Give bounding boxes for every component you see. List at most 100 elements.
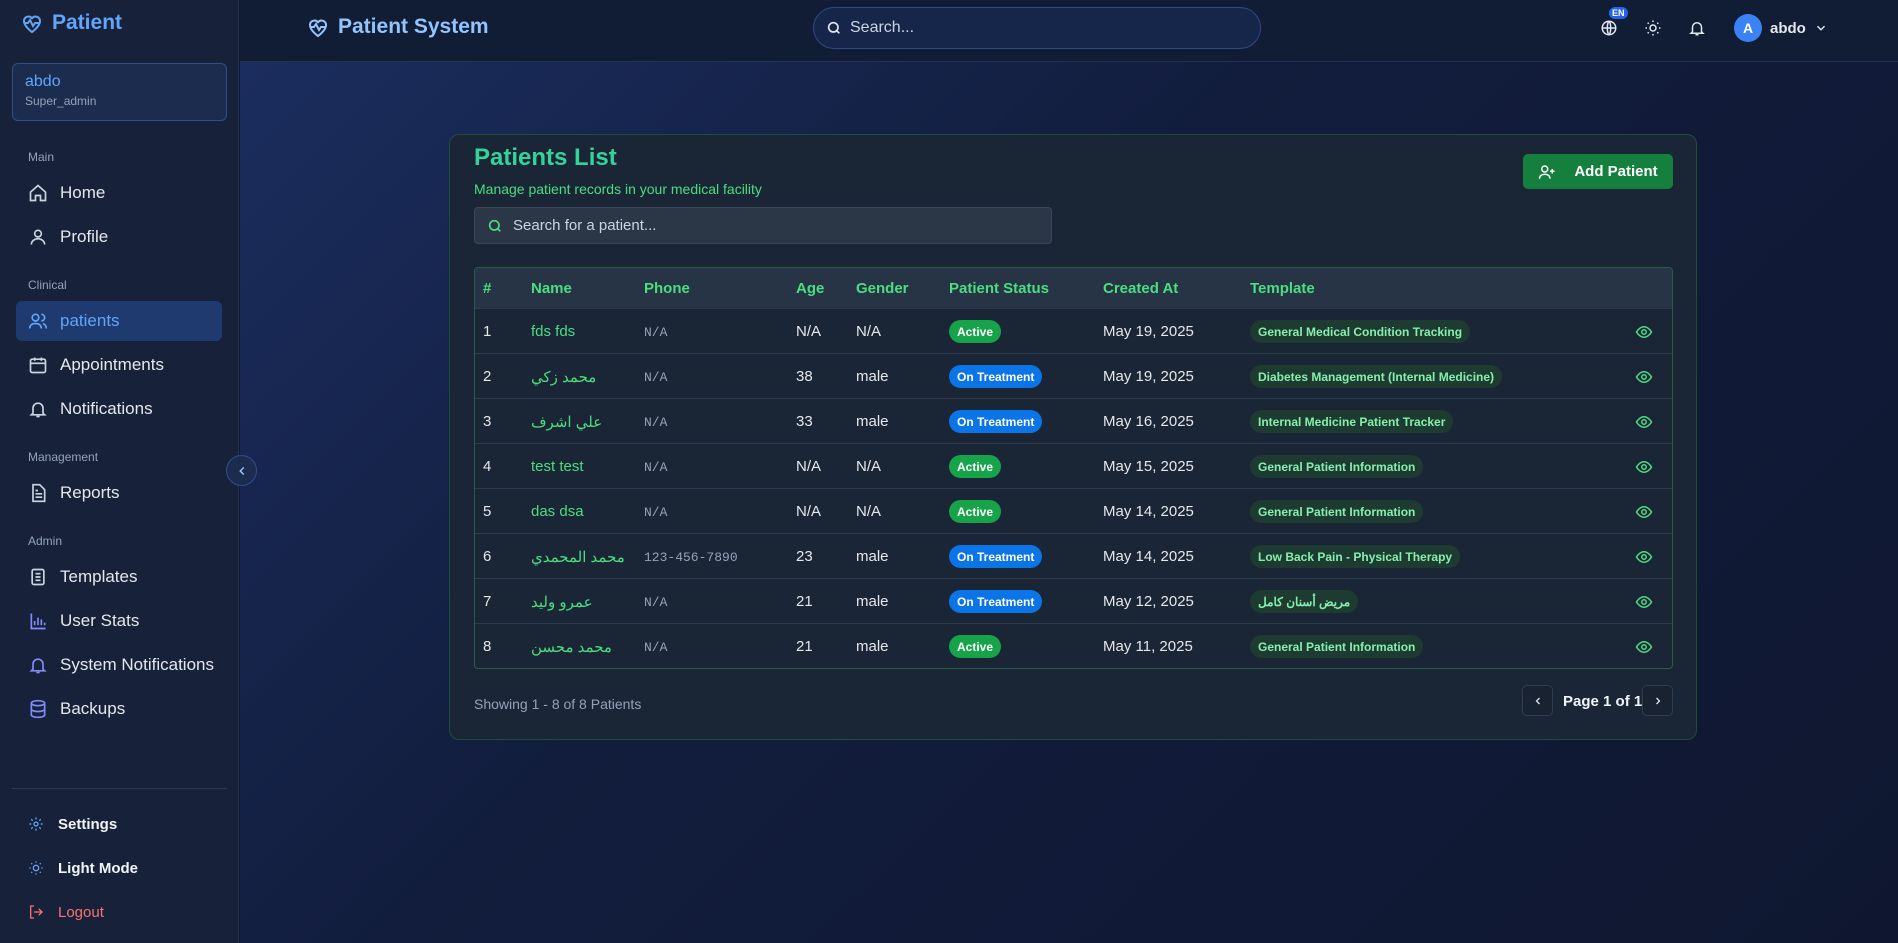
cell-name-link[interactable]: das dsa bbox=[531, 503, 584, 520]
cell-age: 33 bbox=[796, 413, 813, 430]
sidebar-item-user-stats[interactable]: User Stats bbox=[16, 601, 222, 641]
cell-name-link[interactable]: محمد محسن bbox=[531, 638, 612, 656]
cell-num: 1 bbox=[483, 323, 492, 340]
cell-age: 23 bbox=[796, 548, 813, 565]
view-eye-icon[interactable] bbox=[1635, 323, 1653, 341]
global-search-input[interactable] bbox=[850, 19, 1230, 37]
table-row[interactable]: 7 عمرو وليد N/A 21 male On Treatment May 12, 2… bbox=[475, 578, 1672, 623]
sidebar-item-patients[interactable]: patients bbox=[16, 301, 222, 341]
template-badge: General Medical Condition Tracking bbox=[1250, 320, 1471, 343]
sidebar-item-label: Profile bbox=[60, 227, 109, 246]
sidebar-item-reports[interactable]: Reports bbox=[16, 473, 222, 513]
next-page-button[interactable] bbox=[1642, 685, 1673, 716]
column-header-status: Patient Status bbox=[949, 280, 1050, 297]
add-patient-button[interactable]: Add Patient bbox=[1523, 154, 1673, 189]
sidebar-item-label: Templates bbox=[60, 567, 138, 586]
view-eye-icon[interactable] bbox=[1635, 638, 1653, 656]
sidebar-item-appointments[interactable]: Appointments bbox=[16, 345, 222, 385]
template-badge: Internal Medicine Patient Tracker bbox=[1250, 410, 1454, 433]
page-subtitle: Manage patient records in your medical f… bbox=[474, 181, 762, 197]
cell-created-at: May 12, 2025 bbox=[1103, 593, 1194, 610]
logout-button[interactable]: Logout bbox=[16, 894, 222, 930]
user-card[interactable]: abdo Super_admin bbox=[12, 63, 227, 121]
calendar-icon bbox=[29, 357, 47, 374]
cell-gender: male bbox=[856, 593, 889, 610]
cell-gender: N/A bbox=[856, 323, 882, 340]
table-row[interactable]: 6 محمد المحمدي 123-456-7890 23 male On Treatm… bbox=[475, 533, 1672, 578]
table-row[interactable]: 5 das dsa N/A N/A N/A Active May 14, 2025 Gener… bbox=[475, 488, 1672, 533]
main-content: Patients List Manage patient records in … bbox=[240, 62, 1898, 943]
column-header-template: Template bbox=[1250, 280, 1315, 297]
table-row[interactable]: 3 علي اشرف N/A 33 male On Treatment May 16, 20… bbox=[475, 398, 1672, 443]
patient-search[interactable] bbox=[474, 207, 1052, 244]
brand-text: Patient System bbox=[338, 15, 489, 38]
prev-page-button[interactable] bbox=[1522, 685, 1553, 716]
cell-num: 7 bbox=[483, 593, 492, 610]
cell-created-at: May 11, 2025 bbox=[1103, 638, 1193, 655]
user-role: Super_admin bbox=[25, 94, 97, 108]
heart-pulse-icon bbox=[308, 19, 328, 38]
heart-pulse-icon bbox=[22, 15, 42, 34]
app-logo[interactable]: Patient bbox=[20, 11, 122, 35]
avatar: A bbox=[1734, 14, 1762, 42]
sidebar-item-templates[interactable]: Templates bbox=[16, 557, 222, 597]
cell-phone: 123-456-7890 bbox=[644, 550, 738, 565]
sidebar-item-backups[interactable]: Backups bbox=[16, 689, 222, 729]
sidebar-collapse-button[interactable] bbox=[226, 455, 257, 486]
chevron-left-icon bbox=[1535, 697, 1540, 704]
light-mode-button[interactable]: Light Mode bbox=[16, 850, 222, 886]
sidebar-item-system-notifications[interactable]: System Notifications bbox=[16, 645, 222, 685]
table-row[interactable]: 8 محمد محسن N/A 21 male Active May 11, 2025 Gen… bbox=[475, 623, 1672, 668]
cell-num: 5 bbox=[483, 503, 492, 520]
language-button[interactable] bbox=[1598, 17, 1620, 39]
sidebar-item-label: patients bbox=[60, 311, 120, 330]
search-icon bbox=[488, 219, 501, 232]
sidebar-item-notifications[interactable]: Notifications bbox=[16, 389, 222, 429]
table-header: # Name Phone Age Gender Patient Status C… bbox=[475, 268, 1672, 308]
user-menu-name: abdo bbox=[1770, 19, 1806, 37]
cell-created-at: May 14, 2025 bbox=[1103, 503, 1194, 520]
table-row[interactable]: 1 fds fds N/A N/A N/A Active May 19, 2025 Gener… bbox=[475, 308, 1672, 353]
cell-phone: N/A bbox=[644, 370, 668, 385]
status-badge: Active bbox=[949, 500, 1002, 523]
patient-search-input[interactable] bbox=[513, 217, 1033, 234]
settings-label: Settings bbox=[58, 815, 118, 833]
cell-name-link[interactable]: test test bbox=[531, 458, 584, 475]
view-eye-icon[interactable] bbox=[1635, 503, 1653, 521]
global-search[interactable] bbox=[813, 7, 1261, 49]
user-menu[interactable]: A abdo bbox=[1734, 14, 1828, 42]
cell-name-link[interactable]: علي اشرف bbox=[531, 413, 602, 431]
logout-icon bbox=[30, 905, 43, 919]
view-eye-icon[interactable] bbox=[1635, 458, 1653, 476]
sun-icon bbox=[1645, 20, 1661, 36]
view-eye-icon[interactable] bbox=[1635, 368, 1653, 386]
bell-icon bbox=[29, 658, 47, 674]
cell-gender: N/A bbox=[856, 503, 882, 520]
cell-num: 2 bbox=[483, 368, 492, 385]
cell-created-at: May 15, 2025 bbox=[1103, 458, 1194, 475]
cell-name-link[interactable]: fds fds bbox=[531, 323, 575, 340]
notifications-button[interactable] bbox=[1686, 17, 1708, 39]
sidebar-item-profile[interactable]: Profile bbox=[16, 217, 222, 257]
table-row[interactable]: 4 test test N/A N/A N/A Active May 15, 2025 Gen… bbox=[475, 443, 1672, 488]
app-logo-text: Patient bbox=[52, 11, 123, 34]
table-row[interactable]: 2 محمد زكي N/A 38 male On Treatment May 19, 20… bbox=[475, 353, 1672, 398]
cell-name-link[interactable]: محمد المحمدي bbox=[531, 548, 625, 566]
cell-age: N/A bbox=[796, 458, 822, 475]
cell-name-link[interactable]: محمد زكي bbox=[531, 368, 596, 386]
bell-icon bbox=[29, 402, 47, 418]
patients-card: Patients List Manage patient records in … bbox=[449, 134, 1697, 740]
sidebar-item-home[interactable]: Home bbox=[16, 173, 222, 213]
view-eye-icon[interactable] bbox=[1635, 548, 1653, 566]
template-badge: General Patient Information bbox=[1250, 455, 1424, 478]
sidebar-item-label: Reports bbox=[60, 483, 120, 502]
settings-button[interactable]: Settings bbox=[16, 806, 222, 842]
template-badge: Low Back Pain - Physical Therapy bbox=[1250, 545, 1461, 568]
brand[interactable]: Patient System bbox=[306, 15, 489, 39]
view-eye-icon[interactable] bbox=[1635, 413, 1653, 431]
section-admin: Admin bbox=[28, 534, 63, 548]
cell-name-link[interactable]: عمرو وليد bbox=[531, 593, 593, 611]
view-eye-icon[interactable] bbox=[1635, 593, 1653, 611]
theme-toggle-button[interactable] bbox=[1642, 17, 1664, 39]
column-header-phone: Phone bbox=[644, 280, 690, 297]
